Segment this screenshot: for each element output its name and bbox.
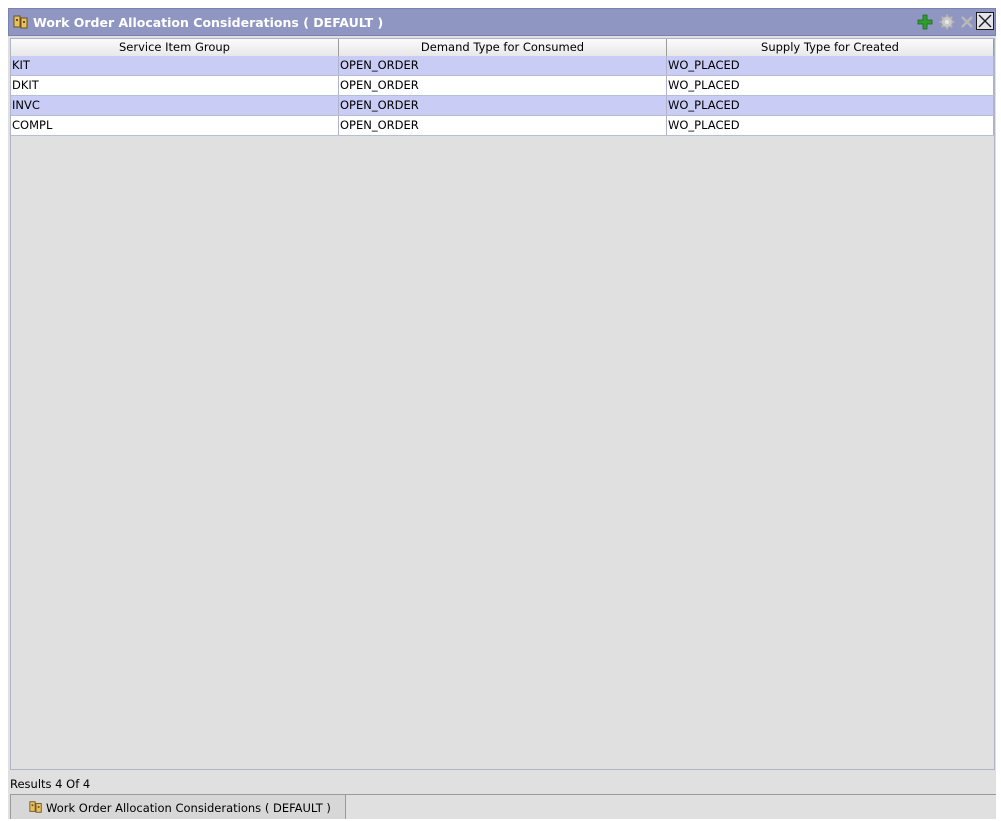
cell-supply-type: WO_PLACED (667, 56, 994, 75)
cell-demand-type: OPEN_ORDER (339, 96, 667, 115)
window-title: Work Order Allocation Considerations ( D… (33, 15, 384, 30)
window-titlebar: Work Order Allocation Considerations ( D… (8, 8, 996, 36)
column-header-demand-type[interactable]: Demand Type for Consumed (339, 39, 667, 56)
gear-icon[interactable] (938, 13, 956, 31)
cell-service-item-group: COMPL (11, 116, 339, 135)
results-count: Results 4 Of 4 (10, 777, 91, 791)
cell-supply-type: WO_PLACED (667, 96, 994, 115)
allocation-table: Service Item Group Demand Type for Consu… (10, 38, 995, 770)
cell-supply-type: WO_PLACED (667, 76, 994, 95)
cell-demand-type: OPEN_ORDER (339, 56, 667, 75)
cell-service-item-group: DKIT (11, 76, 339, 95)
column-header-supply-type[interactable]: Supply Type for Created (667, 39, 994, 56)
cell-service-item-group: KIT (11, 56, 339, 75)
cell-service-item-group: INVC (11, 96, 339, 115)
column-header-service-item-group[interactable]: Service Item Group (11, 39, 339, 56)
allocation-icon (29, 800, 43, 814)
table-row[interactable]: DKIT OPEN_ORDER WO_PLACED (11, 76, 994, 96)
tab-label: Work Order Allocation Considerations ( D… (46, 801, 331, 815)
allocation-window: Work Order Allocation Considerations ( D… (8, 8, 996, 819)
table-row[interactable]: COMPL OPEN_ORDER WO_PLACED (11, 116, 994, 136)
allocation-icon (13, 14, 29, 30)
cell-demand-type: OPEN_ORDER (339, 76, 667, 95)
tab-work-order-allocation[interactable]: Work Order Allocation Considerations ( D… (10, 794, 346, 819)
delete-icon[interactable] (958, 13, 976, 31)
table-header: Service Item Group Demand Type for Consu… (11, 39, 994, 57)
table-row[interactable]: KIT OPEN_ORDER WO_PLACED (11, 56, 994, 76)
cell-supply-type: WO_PLACED (667, 116, 994, 135)
close-icon[interactable] (976, 12, 994, 30)
cell-demand-type: OPEN_ORDER (339, 116, 667, 135)
add-icon[interactable] (916, 13, 934, 31)
table-row[interactable]: INVC OPEN_ORDER WO_PLACED (11, 96, 994, 116)
tab-strip (346, 794, 996, 819)
